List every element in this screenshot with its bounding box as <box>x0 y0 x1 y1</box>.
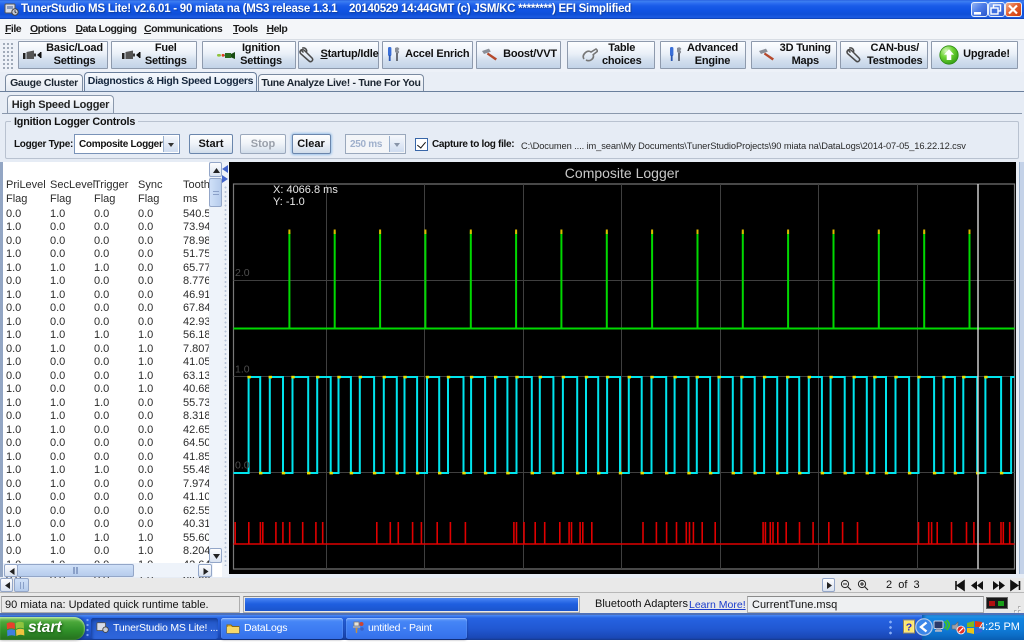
svg-text:2.0: 2.0 <box>235 267 250 279</box>
svg-text:?: ? <box>906 622 912 634</box>
svg-text:Composite Logger: Composite Logger <box>565 165 680 181</box>
svg-text:X: 4066.8 ms: X: 4066.8 ms <box>273 184 338 196</box>
svg-text:1.0: 1.0 <box>235 364 250 376</box>
svg-text:0.0: 0.0 <box>235 460 250 472</box>
svg-text:Y: -1.0: Y: -1.0 <box>273 196 305 208</box>
